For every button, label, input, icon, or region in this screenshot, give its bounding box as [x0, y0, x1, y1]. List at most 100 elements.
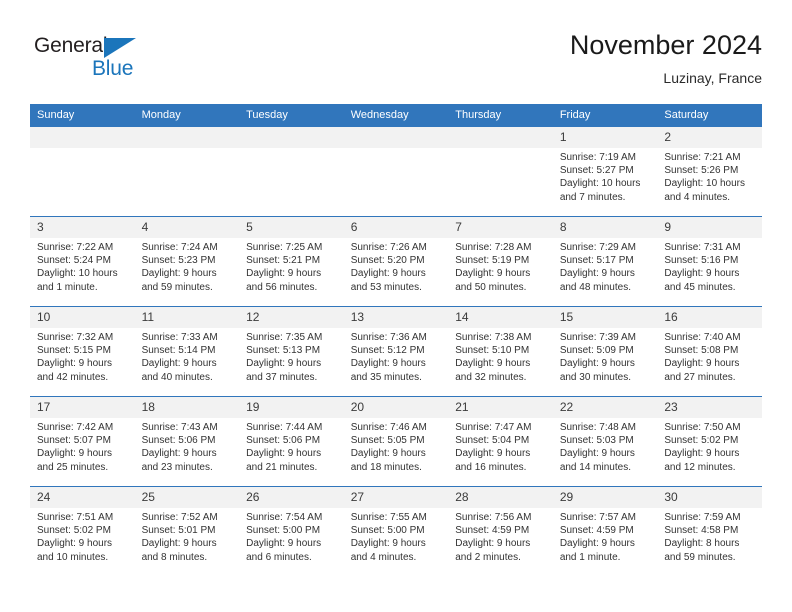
- calendar-day-cell[interactable]: 14 Sunrise: 7:38 AM Sunset: 5:10 PM Dayligh…: [448, 306, 553, 397]
- calendar-day-cell[interactable]: 15 Sunrise: 7:39 AM Sunset: 5:09 PM Dayligh…: [552, 306, 658, 397]
- calendar-day-cell[interactable]: 8 Sunrise: 7:29 AM Sunset: 5:17 PM Daylight…: [552, 216, 658, 307]
- calendar-day-cell[interactable]: 28 Sunrise: 7:56 AM Sunset: 4:59 PM Dayligh…: [448, 486, 553, 576]
- calendar-cell-empty: [448, 127, 553, 217]
- title-block: November 2024 Luzinay, France: [570, 28, 762, 89]
- sunrise-text: Sunrise: 7:22 AM: [37, 242, 114, 253]
- calendar-day-cell[interactable]: 7 Sunrise: 7:28 AM Sunset: 5:19 PM Daylight…: [448, 216, 553, 307]
- daylight-text-line1: Daylight: 9 hours: [559, 538, 635, 550]
- day-number: [343, 127, 449, 148]
- calendar-week-row: 10 Sunrise: 7:32 AM Sunset: 5:15 PM Dayligh…: [30, 306, 762, 397]
- calendar-week-row: 1 Sunrise: 7:19 AM Sunset: 5:27 PM Daylight…: [30, 127, 762, 217]
- daylight-text-line2: and 14 minutes.: [559, 461, 631, 473]
- general-blue-logo: General Blue: [34, 34, 169, 84]
- daylight-text-line2: and 2 minutes.: [455, 551, 521, 563]
- daylight-text-line1: Daylight: 9 hours: [559, 448, 635, 460]
- weekday-header-wednesday: Wednesday: [343, 104, 449, 127]
- daylight-text-line2: and 37 minutes.: [246, 371, 318, 383]
- calendar-day-cell[interactable]: 24 Sunrise: 7:51 AM Sunset: 5:02 PM Dayligh…: [30, 486, 135, 576]
- day-number: 20: [343, 397, 449, 418]
- day-details: Sunrise: 7:57 AM Sunset: 4:59 PM Daylight:…: [553, 508, 658, 564]
- sunrise-text: Sunrise: 7:50 AM: [664, 422, 741, 433]
- day-details: Sunrise: 7:43 AM Sunset: 5:06 PM Daylight:…: [135, 418, 240, 474]
- sunset-text: Sunset: 5:02 PM: [37, 525, 111, 537]
- daylight-text-line2: and 30 minutes.: [559, 371, 631, 383]
- calendar-day-cell[interactable]: 10 Sunrise: 7:32 AM Sunset: 5:15 PM Dayligh…: [30, 306, 135, 397]
- sunrise-text: Sunrise: 7:47 AM: [455, 422, 532, 433]
- day-details: Sunrise: 7:25 AM Sunset: 5:21 PM Daylight:…: [239, 238, 344, 294]
- day-number: 13: [343, 307, 449, 328]
- daylight-text-line2: and 45 minutes.: [664, 281, 736, 293]
- calendar-day-cell[interactable]: 5 Sunrise: 7:25 AM Sunset: 5:21 PM Daylight…: [239, 216, 344, 307]
- daylight-text-line1: Daylight: 9 hours: [246, 538, 322, 550]
- day-details: Sunrise: 7:54 AM Sunset: 5:00 PM Daylight:…: [239, 508, 344, 564]
- weekday-header-friday: Friday: [552, 104, 658, 127]
- daylight-text-line2: and 21 minutes.: [246, 461, 318, 473]
- calendar-day-cell[interactable]: 22 Sunrise: 7:48 AM Sunset: 5:03 PM Dayligh…: [552, 396, 658, 487]
- day-details: Sunrise: 7:51 AM Sunset: 5:02 PM Daylight:…: [30, 508, 135, 564]
- sunrise-text: Sunrise: 7:33 AM: [141, 332, 218, 343]
- calendar-day-cell[interactable]: 25 Sunrise: 7:52 AM Sunset: 5:01 PM Dayligh…: [134, 486, 240, 576]
- calendar-day-cell[interactable]: 11 Sunrise: 7:33 AM Sunset: 5:14 PM Dayligh…: [134, 306, 240, 397]
- calendar-day-cell[interactable]: 29 Sunrise: 7:57 AM Sunset: 4:59 PM Dayligh…: [552, 486, 658, 576]
- day-details: Sunrise: 7:22 AM Sunset: 5:24 PM Daylight:…: [30, 238, 135, 294]
- day-details: Sunrise: 7:42 AM Sunset: 5:07 PM Daylight:…: [30, 418, 135, 474]
- calendar-day-cell[interactable]: 3 Sunrise: 7:22 AM Sunset: 5:24 PM Daylight…: [30, 216, 135, 307]
- calendar-day-cell[interactable]: 19 Sunrise: 7:44 AM Sunset: 5:06 PM Dayligh…: [239, 396, 344, 487]
- day-number: [30, 127, 135, 148]
- calendar-day-cell[interactable]: 17 Sunrise: 7:42 AM Sunset: 5:07 PM Dayligh…: [30, 396, 135, 487]
- calendar-day-cell[interactable]: 30 Sunrise: 7:59 AM Sunset: 4:58 PM Dayligh…: [657, 486, 762, 576]
- day-number: 19: [239, 397, 344, 418]
- daylight-text-line1: Daylight: 10 hours: [664, 178, 745, 190]
- daylight-text-line2: and 56 minutes.: [246, 281, 318, 293]
- sunset-text: Sunset: 5:20 PM: [350, 255, 425, 267]
- daylight-text-line1: Daylight: 9 hours: [246, 268, 322, 280]
- daylight-text-line1: Daylight: 9 hours: [559, 268, 635, 280]
- day-number: 21: [448, 397, 553, 418]
- calendar-day-cell[interactable]: 20 Sunrise: 7:46 AM Sunset: 5:05 PM Dayligh…: [343, 396, 449, 487]
- calendar-day-cell[interactable]: 16 Sunrise: 7:40 AM Sunset: 5:08 PM Dayligh…: [657, 306, 762, 397]
- sunrise-text: Sunrise: 7:32 AM: [37, 332, 114, 343]
- calendar-day-cell[interactable]: 23 Sunrise: 7:50 AM Sunset: 5:02 PM Dayligh…: [657, 396, 762, 487]
- calendar-body: 1 Sunrise: 7:19 AM Sunset: 5:27 PM Daylight…: [30, 127, 762, 576]
- daylight-text-line2: and 12 minutes.: [664, 461, 736, 473]
- sunset-text: Sunset: 4:59 PM: [559, 525, 634, 537]
- calendar-day-cell[interactable]: 2 Sunrise: 7:21 AM Sunset: 5:26 PM Daylight…: [657, 127, 762, 217]
- sunset-text: Sunset: 5:17 PM: [559, 255, 634, 267]
- calendar-day-cell[interactable]: 1 Sunrise: 7:19 AM Sunset: 5:27 PM Daylight…: [552, 127, 658, 217]
- day-details: Sunrise: 7:59 AM Sunset: 4:58 PM Daylight:…: [657, 508, 762, 564]
- calendar-day-cell[interactable]: 26 Sunrise: 7:54 AM Sunset: 5:00 PM Dayligh…: [239, 486, 344, 576]
- sunrise-text: Sunrise: 7:42 AM: [37, 422, 114, 433]
- calendar-day-cell[interactable]: 18 Sunrise: 7:43 AM Sunset: 5:06 PM Dayligh…: [134, 396, 240, 487]
- daylight-text-line1: Daylight: 9 hours: [455, 358, 531, 370]
- calendar-day-cell[interactable]: 12 Sunrise: 7:35 AM Sunset: 5:13 PM Dayligh…: [239, 306, 344, 397]
- calendar-day-cell[interactable]: 4 Sunrise: 7:24 AM Sunset: 5:23 PM Daylight…: [134, 216, 240, 307]
- day-details: Sunrise: 7:35 AM Sunset: 5:13 PM Daylight:…: [239, 328, 344, 384]
- calendar-day-cell[interactable]: 13 Sunrise: 7:36 AM Sunset: 5:12 PM Dayligh…: [343, 306, 449, 397]
- daylight-text-line1: Daylight: 9 hours: [664, 448, 740, 460]
- calendar-week-row: 24 Sunrise: 7:51 AM Sunset: 5:02 PM Dayligh…: [30, 486, 762, 576]
- calendar-day-cell[interactable]: 21 Sunrise: 7:47 AM Sunset: 5:04 PM Dayligh…: [448, 396, 553, 487]
- sunrise-text: Sunrise: 7:36 AM: [350, 332, 427, 343]
- location-subtitle: Luzinay, France: [663, 70, 762, 86]
- weekday-header-sunday: Sunday: [30, 104, 135, 127]
- weekday-header-monday: Monday: [134, 104, 240, 127]
- sunrise-text: Sunrise: 7:48 AM: [559, 422, 636, 433]
- day-number: 25: [134, 487, 240, 508]
- day-number: 26: [239, 487, 344, 508]
- sunrise-text: Sunrise: 7:21 AM: [664, 152, 741, 163]
- daylight-text-line2: and 6 minutes.: [246, 551, 312, 563]
- calendar-cell-empty: [30, 127, 135, 217]
- day-number: 27: [343, 487, 449, 508]
- calendar-day-cell[interactable]: 6 Sunrise: 7:26 AM Sunset: 5:20 PM Daylight…: [343, 216, 449, 307]
- daylight-text-line1: Daylight: 8 hours: [664, 538, 740, 550]
- sunrise-text: Sunrise: 7:39 AM: [559, 332, 636, 343]
- daylight-text-line1: Daylight: 9 hours: [141, 538, 217, 550]
- daylight-text-line2: and 35 minutes.: [350, 371, 422, 383]
- day-details: Sunrise: 7:31 AM Sunset: 5:16 PM Daylight:…: [657, 238, 762, 294]
- calendar-table: Sunday Monday Tuesday Wednesday Thursday…: [30, 104, 762, 576]
- calendar-day-cell[interactable]: 27 Sunrise: 7:55 AM Sunset: 5:00 PM Dayligh…: [343, 486, 449, 576]
- daylight-text-line1: Daylight: 9 hours: [141, 358, 217, 370]
- sunset-text: Sunset: 5:08 PM: [664, 345, 739, 357]
- calendar-day-cell[interactable]: 9 Sunrise: 7:31 AM Sunset: 5:16 PM Daylight…: [657, 216, 762, 307]
- day-number: 30: [657, 487, 762, 508]
